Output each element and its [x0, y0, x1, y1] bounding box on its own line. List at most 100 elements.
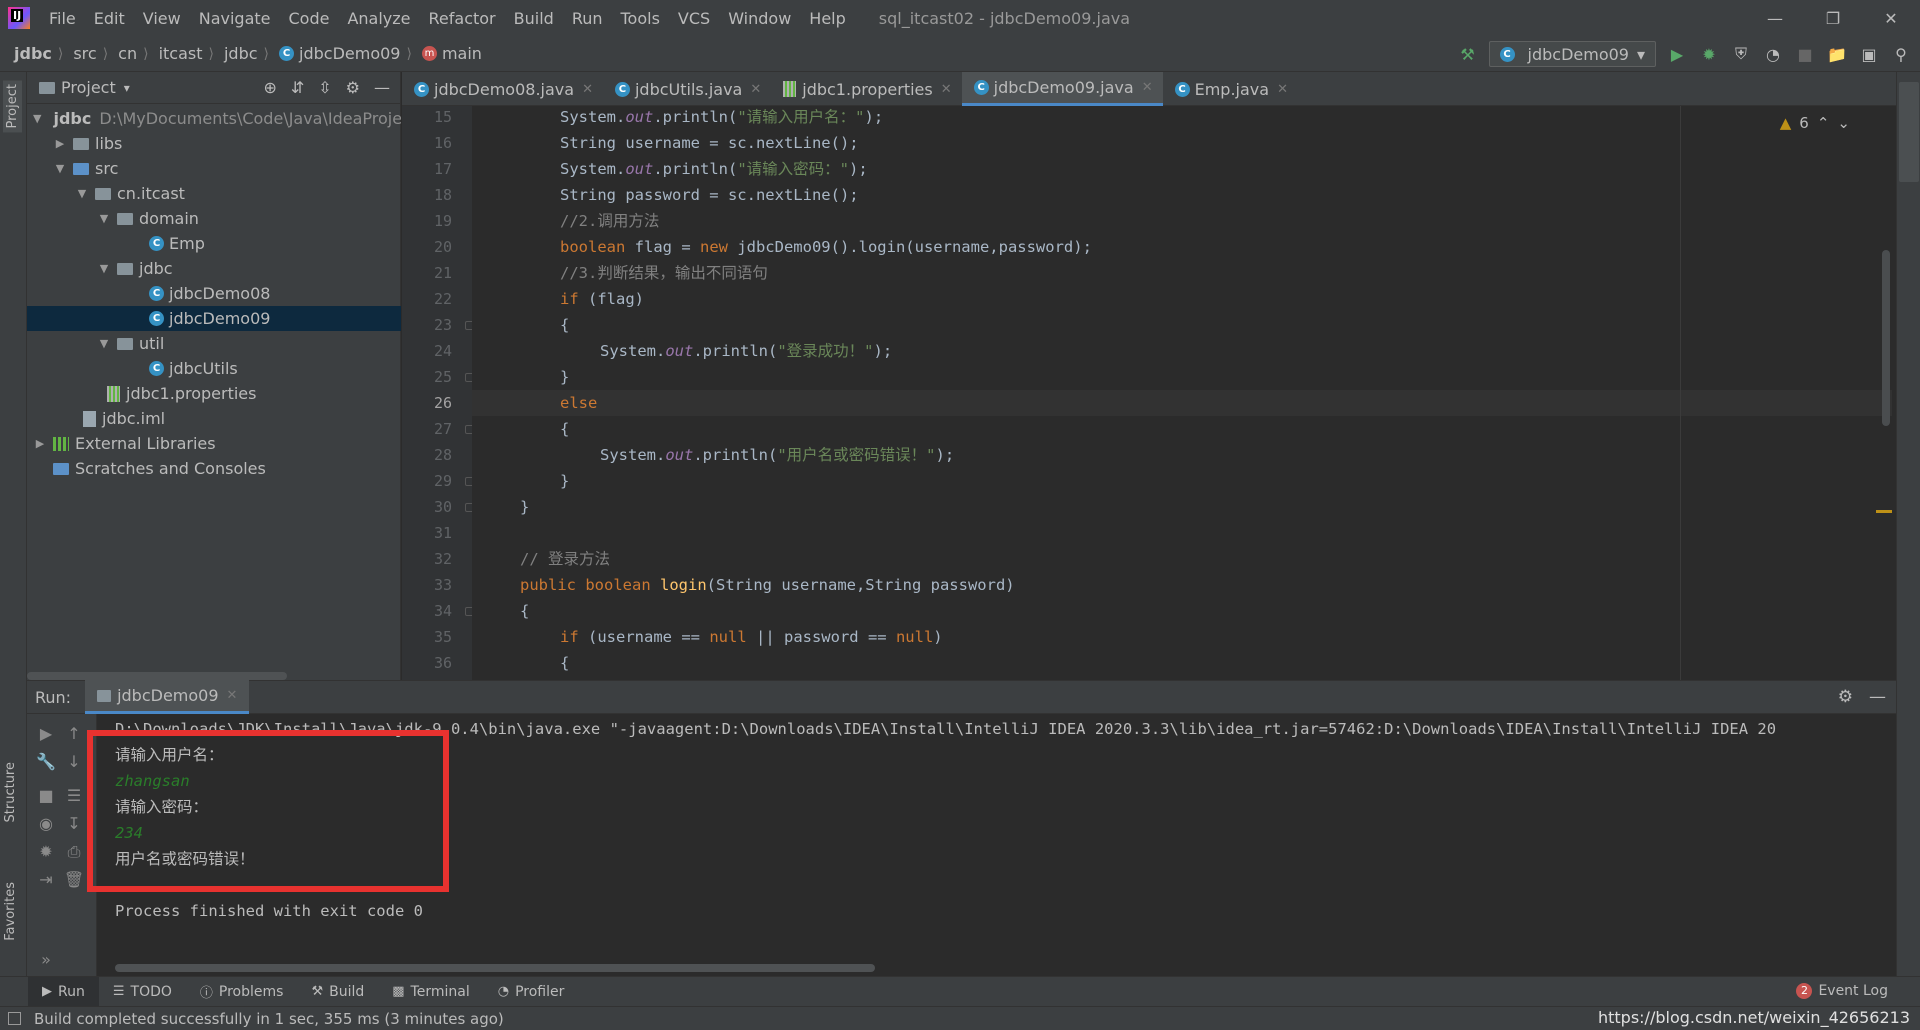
close-tab-icon[interactable]: ✕	[941, 82, 952, 97]
menu-vcs[interactable]: VCS	[669, 9, 719, 28]
menu-help[interactable]: Help	[800, 9, 854, 28]
horizontal-scrollbar[interactable]	[115, 964, 875, 972]
tab-emp[interactable]: C Emp.java ✕	[1163, 72, 1298, 106]
run-tab-jdbcdemo09[interactable]: jdbcDemo09 ✕	[85, 680, 250, 714]
breadcrumb-jdbc[interactable]: jdbc	[0, 44, 52, 63]
camera-icon[interactable]: ◉	[35, 814, 57, 833]
inspection-widget[interactable]: ▲ 6 ⌃ ⌄	[1780, 114, 1850, 132]
profile-icon[interactable]: ◔	[1762, 43, 1784, 65]
close-tab-icon[interactable]: ✕	[1277, 82, 1288, 97]
side-tab-project[interactable]: Project	[3, 80, 22, 133]
presentation-icon[interactable]: ▣	[1858, 43, 1880, 65]
breadcrumb-cn[interactable]: cn	[112, 44, 137, 63]
menu-window[interactable]: Window	[719, 9, 800, 28]
menu-view[interactable]: View	[134, 9, 190, 28]
more-icon[interactable]: »	[35, 950, 57, 969]
close-icon[interactable]: ✕	[1862, 0, 1920, 36]
gear-icon[interactable]: ⚙	[346, 78, 360, 97]
trash-icon[interactable]: 🗑	[63, 870, 85, 889]
editor-vertical-scrollbar[interactable]	[1882, 250, 1890, 426]
close-tab-icon[interactable]: ✕	[227, 688, 238, 703]
wrench-icon[interactable]: 🔧	[35, 752, 57, 771]
menu-build[interactable]: Build	[505, 9, 563, 28]
code-editor[interactable]: System.out.println("请输入用户名："); String us…	[472, 106, 1892, 680]
menu-run[interactable]: Run	[563, 9, 612, 28]
menu-refactor[interactable]: Refactor	[420, 9, 505, 28]
tree-item-jdbcutils[interactable]: C jdbcUtils	[27, 356, 401, 381]
tool-todo[interactable]: ☰ TODO	[99, 977, 186, 1007]
tool-event-log[interactable]: 2 Event Log	[1796, 983, 1888, 999]
project-structure-icon[interactable]: 📁	[1826, 43, 1848, 65]
close-tab-icon[interactable]: ✕	[582, 82, 593, 97]
menu-navigate[interactable]: Navigate	[190, 9, 280, 28]
project-panel-title[interactable]: Project	[61, 78, 116, 97]
breadcrumb-src[interactable]: src	[67, 44, 96, 63]
tree-item-util[interactable]: ▼ util	[27, 331, 401, 356]
tree-item-src[interactable]: ▼ src	[27, 156, 401, 181]
database-tab[interactable]	[1899, 82, 1919, 182]
tool-terminal[interactable]: ▩ Terminal	[378, 977, 483, 1007]
close-tab-icon[interactable]: ✕	[1142, 80, 1153, 95]
tree-item-scratches[interactable]: Scratches and Consoles	[27, 456, 401, 481]
tab-jdbcutils[interactable]: C jdbcUtils.java ✕	[603, 72, 771, 106]
locate-icon[interactable]: ⊕	[263, 78, 276, 97]
menu-code[interactable]: Code	[280, 9, 339, 28]
tree-item-external-libraries[interactable]: ▶ External Libraries	[27, 431, 401, 456]
chevron-down-icon[interactable]: ▾	[124, 81, 130, 95]
tool-build[interactable]: ⚒ Build	[297, 977, 378, 1007]
horizontal-scrollbar[interactable]	[27, 672, 287, 680]
run-icon[interactable]: ▶	[1666, 43, 1688, 65]
menu-analyze[interactable]: Analyze	[338, 9, 419, 28]
chevron-down-icon[interactable]: ⌄	[1837, 114, 1850, 132]
breadcrumb-itcast[interactable]: itcast	[153, 44, 203, 63]
tree-item-jdbc1-properties[interactable]: jdbc1.properties	[27, 381, 401, 406]
collapse-all-icon[interactable]: ⇳	[318, 78, 331, 97]
tool-problems[interactable]: ⓘ Problems	[186, 977, 298, 1007]
chevron-up-icon[interactable]: ⌃	[1817, 114, 1830, 132]
menu-tools[interactable]: Tools	[612, 9, 669, 28]
breadcrumb-method[interactable]: m main	[416, 44, 482, 63]
tree-item-emp[interactable]: C Emp	[27, 231, 401, 256]
tree-item-libs[interactable]: ▶ libs	[27, 131, 401, 156]
restore-icon[interactable]: ❐	[1804, 0, 1862, 36]
debug-icon[interactable]: ✹	[1698, 43, 1720, 65]
breadcrumb-jdbc-package[interactable]: jdbc	[218, 44, 258, 63]
stop-icon[interactable]: ■	[1794, 43, 1816, 65]
scroll-to-end-icon[interactable]: ↧	[63, 814, 85, 833]
tool-profiler[interactable]: ◔ Profiler	[484, 977, 579, 1007]
minimize-icon[interactable]: —	[1746, 0, 1804, 36]
breadcrumb-class[interactable]: CjdbcDemo09	[273, 44, 400, 63]
tree-item-jdbcdemo09[interactable]: C jdbcDemo09	[27, 306, 401, 331]
expand-all-icon[interactable]: ⇵	[291, 78, 304, 97]
warning-stripe-marker[interactable]	[1876, 510, 1892, 513]
hide-icon[interactable]: —	[1869, 687, 1886, 707]
tree-item-domain[interactable]: ▼ domain	[27, 206, 401, 231]
soft-wrap-icon[interactable]: ☰	[63, 786, 85, 805]
tab-jdbcdemo08[interactable]: C jdbcDemo08.java ✕	[402, 72, 603, 106]
tab-jdbcdemo09[interactable]: C jdbcDemo09.java ✕	[961, 72, 1163, 106]
rerun-icon[interactable]: ▶	[35, 724, 57, 743]
bug-icon[interactable]: ✹	[35, 842, 57, 861]
tree-item-jdbc-root[interactable]: ▼ jdbc D:\MyDocuments\Code\Java\IdeaProj…	[27, 106, 401, 131]
hide-icon[interactable]: —	[374, 78, 390, 97]
coverage-icon[interactable]: ⛨	[1730, 43, 1752, 65]
tree-item-jdbcdemo08[interactable]: C jdbcDemo08	[27, 281, 401, 306]
tree-item-cn-itcast[interactable]: ▼ cn.itcast	[27, 181, 401, 206]
tab-jdbc1-properties[interactable]: jdbc1.properties ✕	[771, 72, 961, 106]
print-icon[interactable]: ⎙	[63, 842, 85, 862]
close-tab-icon[interactable]: ✕	[750, 82, 761, 97]
menu-edit[interactable]: Edit	[85, 9, 134, 28]
tree-item-jdbc-package[interactable]: ▼ jdbc	[27, 256, 401, 281]
exit-icon[interactable]: ⇥	[35, 870, 57, 889]
side-tab-structure[interactable]: Structure	[3, 762, 18, 822]
arrow-down-icon[interactable]: ↓	[63, 752, 85, 771]
tool-run[interactable]: ▶ Run	[28, 976, 99, 1007]
side-tab-favorites[interactable]: Favorites	[3, 882, 18, 941]
menu-file[interactable]: File	[40, 9, 85, 28]
tree-item-jdbc-iml[interactable]: jdbc.iml	[27, 406, 401, 431]
status-toggle-icon[interactable]	[8, 1012, 21, 1025]
run-configuration-select[interactable]: C jdbcDemo09 ▾	[1488, 41, 1656, 67]
build-hammer-icon[interactable]: ⚒	[1457, 43, 1479, 65]
stop-icon[interactable]: ■	[35, 786, 57, 805]
arrow-up-icon[interactable]: ↑	[63, 724, 85, 743]
